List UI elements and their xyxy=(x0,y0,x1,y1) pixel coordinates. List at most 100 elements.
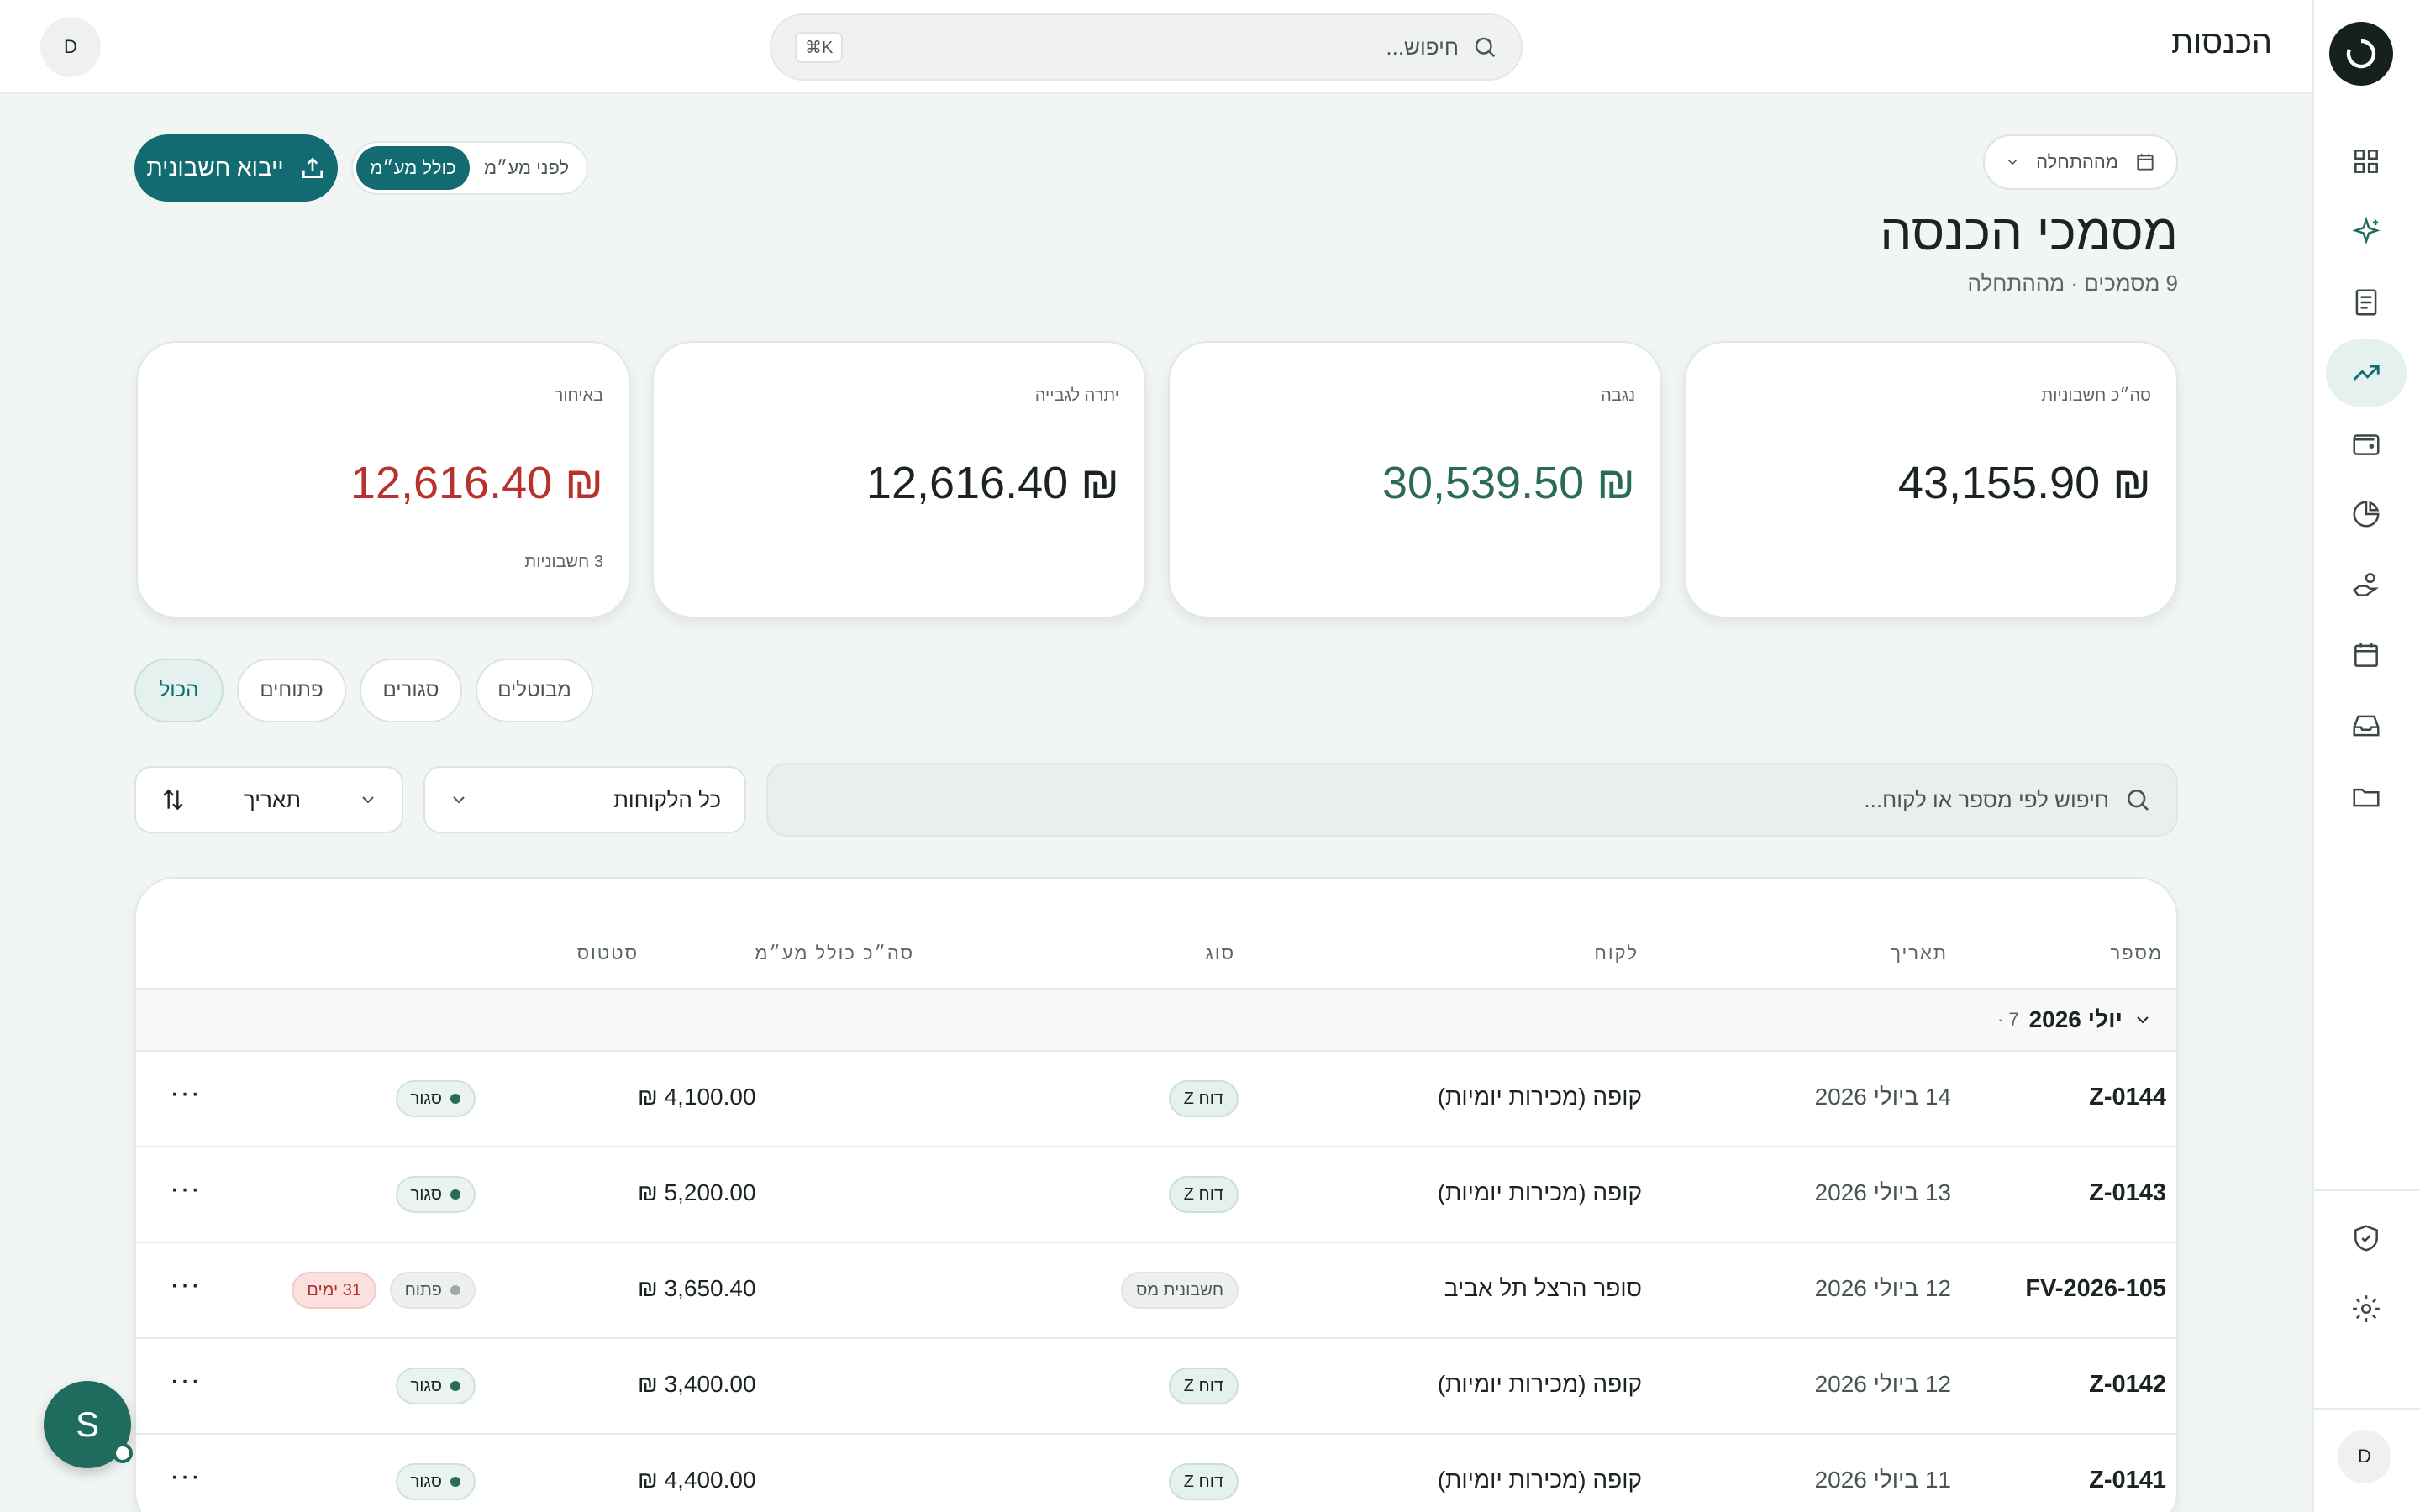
search-icon xyxy=(1475,37,1496,58)
shortcut-hint: ⌘K xyxy=(795,31,844,63)
sort-arrows-icon[interactable] xyxy=(160,786,187,813)
vat-before-option[interactable]: לפני מע״מ xyxy=(470,146,583,190)
calendar-icon xyxy=(2137,154,2154,171)
row-more-button[interactable]: ··· xyxy=(170,1364,201,1397)
status-dot xyxy=(450,1189,460,1200)
row-date: 13 ביולי 2026 xyxy=(1814,1179,1951,1205)
stat-card-balance: יתרה לגבייה ₪ 12,616.40 xyxy=(652,341,1146,618)
stat-value-overdue: ₪ 12,616.40 xyxy=(350,458,603,508)
row-number: Z-0143 xyxy=(2089,1179,2166,1206)
row-more-button[interactable]: ··· xyxy=(170,1268,201,1301)
upload-icon xyxy=(302,157,323,178)
sidebar-item-dashboard[interactable] xyxy=(2326,128,2407,195)
sidebar-item-documents[interactable] xyxy=(2326,269,2407,336)
hand-coin-icon xyxy=(2352,573,2380,596)
sparkle-icon xyxy=(2352,216,2381,245)
status-badge: סגור xyxy=(395,1080,476,1117)
filter-tab-all[interactable]: הכול xyxy=(134,659,224,722)
status-badge: סגור xyxy=(395,1176,476,1213)
filter-tab-cancelled[interactable]: מבוטלים xyxy=(476,659,593,722)
stat-footnote-overdue: 3 חשבוניות xyxy=(524,553,603,571)
vat-including-option[interactable]: כולל מע״מ xyxy=(356,146,470,190)
chevron-down-icon xyxy=(362,796,374,804)
chevron-down-icon xyxy=(2137,1016,2149,1024)
sidebar-item-ai[interactable] xyxy=(2326,198,2407,265)
month-count: 7 · xyxy=(1996,1009,2019,1030)
filter-tab-open[interactable]: פתוחים xyxy=(237,659,346,722)
stat-value-total: ₪ 43,155.90 xyxy=(1897,458,2151,508)
support-chat-button[interactable]: S xyxy=(44,1381,133,1468)
sidebar-item-files[interactable] xyxy=(2326,763,2407,830)
row-more-button[interactable]: ··· xyxy=(170,1173,201,1205)
vat-toggle[interactable]: לפני מע״מ כולל מע״מ xyxy=(351,141,588,195)
table-row[interactable]: FV-2026-105 12 ביולי 2026 סופר הרצל תל א… xyxy=(136,1243,2176,1339)
sidebar-item-security[interactable] xyxy=(2326,1205,2407,1272)
row-customer: קופה (מכירות יומיות) xyxy=(1437,1371,1642,1397)
row-amount: ₪ 5,200.00 xyxy=(638,1179,756,1205)
row-number: Z-0142 xyxy=(2089,1371,2166,1398)
sidebar-item-calendar[interactable] xyxy=(2326,622,2407,689)
table-row[interactable]: Z-0142 12 ביולי 2026 קופה (מכירות יומיות… xyxy=(136,1339,2176,1435)
status-dot xyxy=(450,1477,460,1487)
customer-select[interactable]: כל הלקוחות xyxy=(424,766,746,833)
app-logo[interactable] xyxy=(2329,22,2393,86)
app-title: הכנסות xyxy=(2171,25,2272,60)
stat-value-balance: ₪ 12,616.40 xyxy=(865,458,1119,508)
global-search[interactable]: חיפוש... ⌘K xyxy=(770,13,1523,81)
documents-table: מספר תאריך לקוח סוג סה״כ כולל מע״מ סטטוס… xyxy=(134,877,2178,1512)
month-group-label: יולי 2026 7 · xyxy=(1997,1006,2153,1033)
user-initial: D xyxy=(64,36,77,57)
pie-chart-icon xyxy=(2353,501,2380,528)
row-customer: קופה (מכירות יומיות) xyxy=(1437,1467,1642,1493)
table-row[interactable]: Z-0141 11 ביולי 2026 קופה (מכירות יומיות… xyxy=(136,1435,2176,1512)
table-row[interactable]: Z-0143 13 ביולי 2026 קופה (מכירות יומיות… xyxy=(136,1147,2176,1243)
calendar-icon xyxy=(2354,643,2378,667)
sidebar-item-reports[interactable] xyxy=(2326,480,2407,548)
sidebar-item-income[interactable] xyxy=(2326,339,2407,407)
header-number: מספר xyxy=(2110,942,2163,963)
sort-select[interactable]: תאריך xyxy=(134,766,403,833)
sidebar-user-initial: D xyxy=(2358,1446,2371,1467)
sidebar-item-wallet[interactable] xyxy=(2326,410,2407,477)
status-badge: פתוח xyxy=(389,1272,476,1309)
status-dot xyxy=(450,1094,460,1104)
import-invoice-label: ייבוא חשבונית xyxy=(146,155,284,181)
grid-icon xyxy=(2354,150,2378,173)
sidebar-item-inbox[interactable] xyxy=(2326,692,2407,759)
row-customer: קופה (מכירות יומיות) xyxy=(1437,1179,1642,1205)
status-badge: סגור xyxy=(395,1368,476,1404)
sort-select-value: תאריך xyxy=(243,786,302,812)
sidebar-item-payments[interactable] xyxy=(2326,551,2407,618)
stat-card-collected: נגבה ₪ 30,539.50 xyxy=(1168,341,1662,618)
row-more-button[interactable]: ··· xyxy=(170,1460,201,1493)
month-group-header[interactable]: יולי 2026 7 · xyxy=(136,988,2176,1052)
filter-tab-closed[interactable]: סגורים xyxy=(360,659,462,722)
import-invoice-button[interactable]: ייבוא חשבונית xyxy=(134,134,338,202)
wallet-icon xyxy=(2353,434,2380,455)
sidebar-item-settings[interactable] xyxy=(2326,1275,2407,1342)
table-row[interactable]: Z-0144 14 ביולי 2026 קופה (מכירות יומיות… xyxy=(136,1052,2176,1147)
document-search-input[interactable]: חיפוש לפי מספר או לקוח... xyxy=(766,763,2178,837)
status-badge: סגור xyxy=(395,1463,476,1500)
chevron-down-icon xyxy=(2007,160,2018,165)
sidebar-user-avatar[interactable]: D xyxy=(2338,1430,2391,1483)
inbox-icon xyxy=(2353,715,2380,737)
stat-label-balance: יתרה לגבייה xyxy=(1034,386,1119,405)
user-avatar[interactable]: D xyxy=(40,17,101,77)
row-date: 12 ביולי 2026 xyxy=(1814,1275,1951,1301)
header-status: סטטוס xyxy=(576,942,639,963)
chevron-down-icon xyxy=(453,796,465,804)
global-search-placeholder: חיפוש... xyxy=(1386,34,1459,60)
type-badge: דוח Z xyxy=(1168,1368,1239,1404)
chat-initial: S xyxy=(75,1404,99,1444)
row-amount: ₪ 4,400.00 xyxy=(638,1467,756,1493)
header-type: סוג xyxy=(1205,942,1235,963)
row-date: 12 ביולי 2026 xyxy=(1814,1371,1951,1397)
header-total: סה״כ כולל מע״מ xyxy=(755,942,914,963)
row-more-button[interactable]: ··· xyxy=(170,1077,201,1110)
document-icon xyxy=(2355,289,2377,316)
date-range-select[interactable]: מההתחלה xyxy=(1983,134,2178,190)
logo-ring-icon xyxy=(2346,39,2376,69)
gear-icon xyxy=(2353,1295,2380,1322)
row-amount: ₪ 4,100.00 xyxy=(638,1084,756,1110)
